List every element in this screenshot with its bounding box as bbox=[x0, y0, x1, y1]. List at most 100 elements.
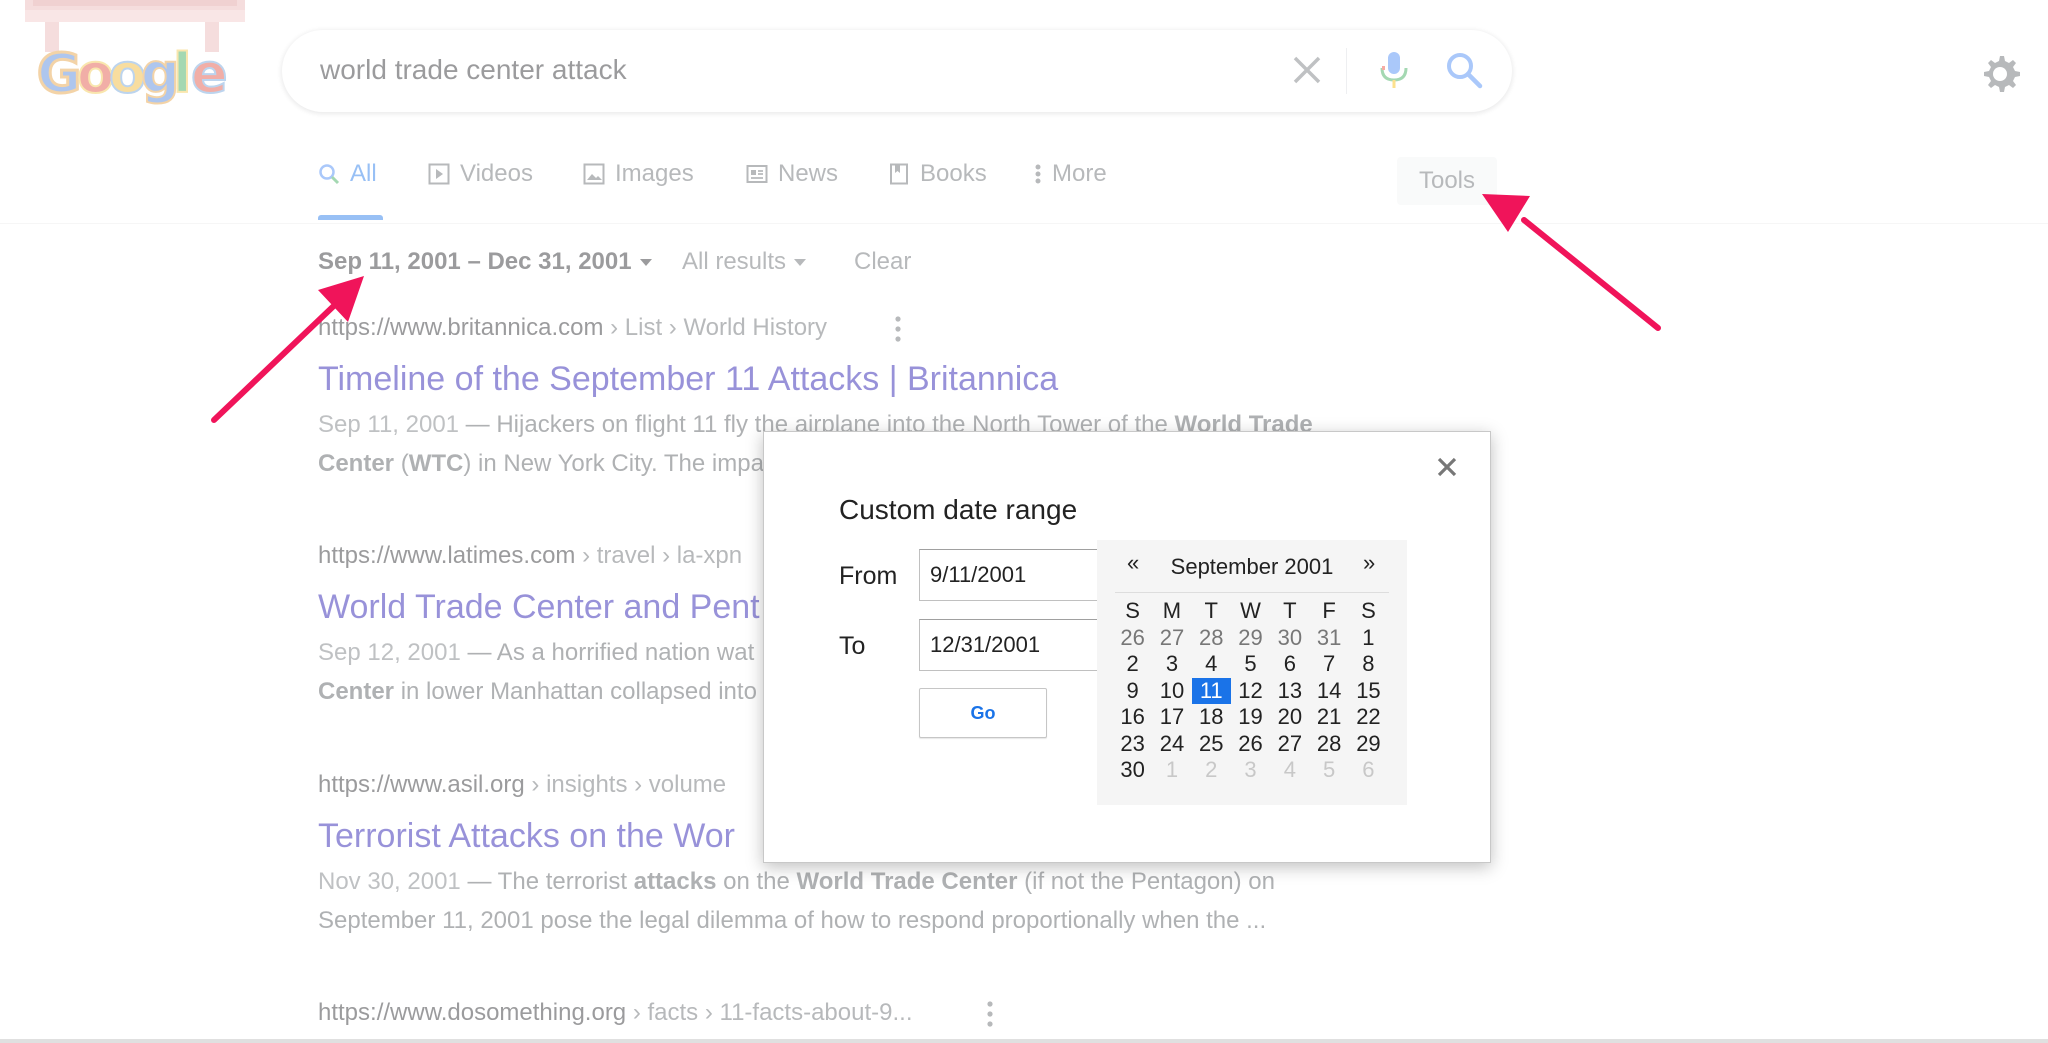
calendar-day[interactable]: 6 bbox=[1349, 757, 1388, 784]
search-icon[interactable] bbox=[1442, 48, 1486, 92]
calendar: « September 2001 » S M T W T F S 26 27 28 29 30 31 1 2… bbox=[1097, 540, 1407, 805]
result-url[interactable]: https://www.dosomething.org › facts › 11… bbox=[318, 999, 1398, 1027]
go-button[interactable]: Go bbox=[919, 688, 1047, 738]
weekday-header: W bbox=[1240, 598, 1261, 623]
snippet-text: ( bbox=[394, 450, 409, 477]
date-range-label: Sep 11, 2001 – Dec 31, 2001 bbox=[318, 248, 632, 275]
calendar-day[interactable]: 22 bbox=[1349, 704, 1388, 731]
calendar-day[interactable]: 19 bbox=[1231, 704, 1270, 731]
result-url[interactable]: https://www.britannica.com › List › Worl… bbox=[318, 314, 1398, 342]
calendar-day[interactable]: 7 bbox=[1309, 651, 1348, 678]
result-title[interactable]: Timeline of the September 11 Attacks | B… bbox=[318, 360, 1398, 399]
calendar-day[interactable]: 27 bbox=[1270, 731, 1309, 758]
calendar-day[interactable]: 17 bbox=[1152, 704, 1191, 731]
snippet-text: September 11, 2001 pose the legal dilemm… bbox=[318, 907, 1267, 934]
image-icon bbox=[583, 163, 605, 185]
calendar-day[interactable]: 30 bbox=[1113, 757, 1152, 784]
calendar-day[interactable]: 1 bbox=[1349, 625, 1388, 652]
calendar-day-selected[interactable]: 11 bbox=[1191, 677, 1231, 704]
tab-news[interactable]: News bbox=[746, 160, 838, 188]
calendar-day[interactable]: 13 bbox=[1270, 678, 1309, 705]
calendar-day[interactable]: 26 bbox=[1231, 731, 1270, 758]
calendar-month-title: September 2001 bbox=[1170, 554, 1334, 579]
search-query-text[interactable]: world trade center attack bbox=[320, 54, 627, 86]
calendar-day[interactable]: 20 bbox=[1270, 704, 1309, 731]
calendar-day[interactable]: 28 bbox=[1309, 731, 1348, 758]
annotation-arrow-tools bbox=[1482, 194, 1661, 331]
snippet-text: in lower Manhattan collapsed into bbox=[394, 678, 757, 705]
calendar-day[interactable]: 24 bbox=[1152, 731, 1191, 758]
active-tab-indicator bbox=[318, 215, 383, 220]
calendar-day[interactable]: 1 bbox=[1152, 757, 1191, 784]
result-site: https://www.britannica.com bbox=[318, 314, 604, 341]
calendar-day[interactable]: 14 bbox=[1309, 678, 1348, 705]
calendar-day[interactable]: 6 bbox=[1270, 651, 1309, 678]
calendar-day[interactable]: 3 bbox=[1231, 757, 1270, 784]
clear-filter-link[interactable]: Clear bbox=[854, 248, 911, 276]
calendar-day[interactable]: 8 bbox=[1349, 651, 1388, 678]
calendar-day[interactable]: 3 bbox=[1152, 651, 1191, 678]
calendar-day[interactable]: 15 bbox=[1349, 678, 1388, 705]
microphone-icon[interactable] bbox=[1372, 48, 1416, 92]
result-date: Sep 12, 2001 bbox=[318, 639, 461, 666]
calendar-day[interactable]: 29 bbox=[1231, 625, 1270, 652]
calendar-day[interactable]: 29 bbox=[1349, 731, 1388, 758]
calendar-day[interactable]: 5 bbox=[1231, 651, 1270, 678]
tab-more[interactable]: More bbox=[1034, 160, 1107, 188]
weekday-header: M bbox=[1162, 598, 1182, 623]
calendar-day[interactable]: 18 bbox=[1192, 704, 1231, 731]
snippet-text: — As a horrified nation wat bbox=[460, 639, 755, 666]
clear-icon[interactable] bbox=[1285, 48, 1329, 92]
calendar-day[interactable]: 28 bbox=[1192, 625, 1231, 652]
snippet-bold: Center bbox=[318, 678, 395, 705]
snippet-bold: World Trade Center bbox=[796, 868, 1018, 895]
tools-button[interactable]: Tools bbox=[1397, 157, 1497, 205]
search-icon bbox=[319, 164, 340, 185]
date-range-filter[interactable]: Sep 11, 2001 – Dec 31, 2001 bbox=[318, 248, 652, 276]
all-results-filter[interactable]: All results bbox=[682, 248, 807, 276]
tab-books[interactable]: Books bbox=[888, 160, 987, 188]
settings-gear-icon[interactable] bbox=[1978, 52, 2022, 96]
calendar-day[interactable]: 4 bbox=[1270, 757, 1309, 784]
calendar-day[interactable]: 25 bbox=[1192, 731, 1231, 758]
calendar-day[interactable]: 4 bbox=[1192, 651, 1231, 678]
result-path: › facts › 11-facts-about-9... bbox=[626, 999, 913, 1026]
calendar-day[interactable]: 12 bbox=[1231, 678, 1270, 705]
calendar-day[interactable]: 16 bbox=[1113, 704, 1152, 731]
tab-videos[interactable]: Videos bbox=[428, 160, 533, 188]
tab-images[interactable]: Images bbox=[583, 160, 694, 188]
calendar-day[interactable]: 27 bbox=[1152, 625, 1191, 652]
calendar-day[interactable]: 10 bbox=[1152, 678, 1191, 705]
google-doodle-logo[interactable]: G o o g l e bbox=[25, 0, 245, 110]
close-icon[interactable] bbox=[1434, 454, 1460, 480]
calendar-divider bbox=[1115, 592, 1389, 593]
weekday-header: T bbox=[1204, 598, 1218, 623]
tab-label: More bbox=[1052, 160, 1107, 187]
bottom-border bbox=[0, 1039, 2048, 1043]
calendar-day[interactable]: 5 bbox=[1309, 757, 1348, 784]
weekday-header: T bbox=[1283, 598, 1297, 623]
dropdown-caret-icon bbox=[639, 258, 652, 266]
result-path: › travel › la-xpn bbox=[575, 542, 743, 569]
weekday-header: F bbox=[1322, 598, 1336, 623]
snippet-text: (if not the Pentagon) on bbox=[1017, 868, 1275, 895]
tab-all[interactable]: All bbox=[318, 160, 383, 220]
search-box[interactable]: world trade center attack bbox=[282, 30, 1512, 112]
calendar-day[interactable]: 23 bbox=[1113, 731, 1152, 758]
result-site: https://www.asil.org bbox=[318, 771, 525, 798]
to-date-input[interactable] bbox=[919, 619, 1109, 671]
calendar-day[interactable]: 31 bbox=[1309, 625, 1348, 652]
calendar-day[interactable]: 21 bbox=[1309, 704, 1348, 731]
calendar-day[interactable]: 2 bbox=[1192, 757, 1231, 784]
next-month-button[interactable]: » bbox=[1363, 550, 1375, 576]
svg-text:G: G bbox=[37, 42, 81, 105]
calendar-day[interactable]: 9 bbox=[1113, 678, 1152, 705]
calendar-day[interactable]: 30 bbox=[1270, 625, 1309, 652]
more-options-icon[interactable] bbox=[895, 316, 901, 342]
calendar-day[interactable]: 26 bbox=[1113, 625, 1152, 652]
more-options-icon[interactable] bbox=[987, 1001, 993, 1027]
svg-text:l: l bbox=[173, 42, 192, 105]
calendar-day[interactable]: 2 bbox=[1113, 651, 1152, 678]
from-date-input[interactable] bbox=[919, 549, 1109, 601]
calendar-grid: S M T W T F S 26 27 28 29 30 31 1 2 3 4 5 6 7 8 9 10 11 12 13 14 15… bbox=[1113, 598, 1388, 784]
